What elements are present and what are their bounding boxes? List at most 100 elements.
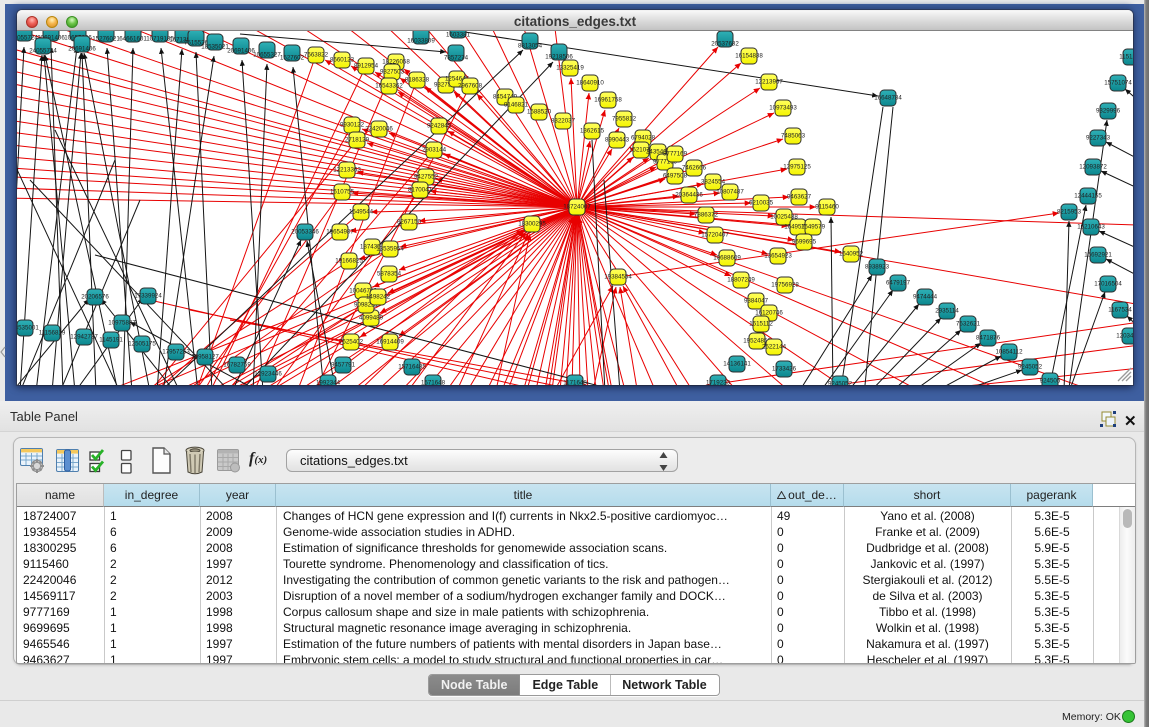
- svg-text:7625402: 7625402: [339, 339, 364, 346]
- svg-text:19756928: 19756928: [771, 282, 799, 289]
- svg-text:12975125: 12975125: [783, 164, 811, 171]
- svg-text:12942737: 12942737: [70, 334, 98, 341]
- svg-text:16648784: 16648784: [874, 95, 902, 102]
- svg-text:9146821: 9146821: [504, 102, 529, 109]
- svg-text:1527602: 1527602: [280, 55, 305, 62]
- svg-text:24055724: 24055724: [29, 48, 57, 55]
- svg-text:7663822: 7663822: [304, 52, 329, 59]
- svg-text:9699695: 9699695: [792, 239, 817, 246]
- svg-text:16033809: 16033809: [407, 38, 435, 45]
- svg-text:1719233: 1719233: [706, 380, 731, 386]
- svg-text:17016504: 17016504: [1094, 281, 1122, 288]
- svg-text:2718129: 2718129: [345, 137, 370, 144]
- svg-text:15716485: 15716485: [398, 364, 426, 371]
- svg-text:12923446: 12923446: [254, 371, 282, 378]
- svg-text:13654923: 13654923: [764, 253, 792, 260]
- svg-text:9245052: 9245052: [1018, 364, 1043, 371]
- svg-text:7462666: 7462666: [682, 165, 707, 172]
- svg-text:1498242: 1498242: [366, 294, 391, 301]
- svg-text:16782759: 16782759: [223, 362, 251, 369]
- svg-text:16543362: 16543362: [375, 83, 403, 90]
- svg-text:20053346: 20053346: [291, 229, 319, 236]
- svg-text:8215953: 8215953: [1057, 209, 1082, 216]
- svg-text:7485063: 7485063: [781, 133, 806, 140]
- svg-text:18535001: 18535001: [17, 325, 39, 332]
- svg-text:8813054: 8813054: [518, 43, 543, 50]
- svg-text:9242845: 9242845: [427, 123, 452, 130]
- svg-text:15751074: 15751074: [1104, 80, 1132, 87]
- svg-text:9327503: 9327503: [380, 69, 405, 76]
- svg-text:20537682: 20537682: [711, 41, 739, 48]
- svg-text:5878354: 5878354: [377, 271, 402, 278]
- svg-text:14136141: 14136141: [723, 361, 751, 368]
- svg-text:2903144: 2903144: [422, 147, 447, 154]
- svg-text:1145191: 1145191: [99, 337, 123, 344]
- svg-text:9245052: 9245052: [828, 381, 853, 386]
- svg-text:8322037: 8322037: [551, 118, 576, 125]
- svg-text:9463627: 9463627: [787, 194, 812, 201]
- svg-text:6497508: 6497508: [663, 173, 688, 180]
- svg-text:18535021: 18535021: [201, 44, 229, 51]
- svg-text:8990443: 8990443: [605, 137, 630, 144]
- svg-text:10958127: 10958127: [191, 354, 219, 361]
- svg-text:4099489: 4099489: [359, 315, 384, 322]
- svg-text:9384047: 9384047: [744, 298, 769, 305]
- svg-text:12213363: 12213363: [333, 167, 361, 174]
- svg-text:16914409: 16914409: [376, 339, 404, 346]
- svg-text:8660123: 8660123: [330, 57, 355, 64]
- svg-text:8170041: 8170041: [408, 187, 433, 194]
- svg-text:7886372: 7886372: [694, 212, 719, 219]
- svg-text:1151243: 1151243: [1119, 54, 1133, 61]
- svg-text:20691406: 20691406: [68, 46, 96, 53]
- svg-text:20691406: 20691406: [227, 48, 255, 55]
- svg-text:18640910: 18640910: [576, 80, 604, 87]
- svg-text:6794028: 6794028: [631, 135, 656, 142]
- svg-text:19218506: 19218506: [545, 54, 573, 61]
- svg-text:18300295: 18300295: [518, 221, 546, 228]
- svg-text:1603381: 1603381: [446, 32, 471, 39]
- svg-text:1171648: 1171648: [563, 380, 587, 386]
- svg-text:15720407: 15720407: [701, 232, 729, 239]
- svg-text:16210643: 16210643: [1077, 224, 1105, 231]
- svg-text:1610755: 1610755: [330, 189, 355, 196]
- svg-text:8912954: 8912954: [354, 63, 379, 70]
- svg-text:10688609: 10688609: [713, 255, 741, 262]
- svg-text:17339924: 17339924: [134, 293, 162, 300]
- svg-text:9329996: 9329996: [1096, 108, 1121, 115]
- svg-text:13325419: 13325419: [556, 65, 584, 72]
- svg-text:10655327: 10655327: [253, 52, 281, 59]
- svg-text:1588520: 1588520: [527, 109, 552, 116]
- svg-text:1167534: 1167534: [1108, 307, 1132, 314]
- svg-text:7857274: 7857274: [444, 55, 469, 62]
- svg-text:1640952: 1640952: [839, 251, 864, 258]
- svg-text:11156819: 11156819: [39, 330, 66, 337]
- svg-text:64661601: 64661601: [119, 36, 147, 43]
- svg-text:924505: 924505: [1040, 378, 1061, 385]
- svg-text:19166825: 19166825: [335, 258, 363, 265]
- svg-text:1992344: 1992344: [316, 380, 341, 386]
- svg-text:1733426: 1733426: [772, 366, 797, 373]
- svg-text:20364436: 20364436: [675, 192, 703, 199]
- svg-text:12213967: 12213967: [755, 79, 783, 86]
- svg-text:8938923: 8938923: [865, 264, 890, 271]
- svg-text:18807249: 18807249: [727, 277, 755, 284]
- svg-text:22420046: 22420046: [365, 126, 393, 133]
- svg-text:1362615: 1362615: [580, 128, 605, 135]
- svg-text:9474444: 9474444: [913, 294, 938, 301]
- svg-text:9427552: 9427552: [414, 174, 439, 181]
- svg-text:15276021: 15276021: [92, 36, 120, 43]
- svg-text:9777169: 9777169: [663, 151, 688, 158]
- svg-text:20206576: 20206576: [81, 294, 109, 301]
- svg-text:9930122: 9930122: [340, 122, 365, 129]
- svg-text:19654987: 19654987: [326, 229, 354, 236]
- svg-text:7955812: 7955812: [612, 116, 637, 123]
- svg-text:10854112: 10854112: [995, 349, 1023, 356]
- svg-text:10975887: 10975887: [108, 320, 136, 327]
- svg-text:7632621: 7632621: [956, 321, 981, 328]
- svg-text:12093872: 12093872: [1079, 164, 1107, 171]
- svg-text:13535954: 13535954: [376, 246, 404, 253]
- svg-text:10973493: 10973493: [769, 105, 797, 112]
- svg-text:1649579: 1649579: [801, 224, 826, 231]
- svg-text:18724007: 18724007: [563, 204, 591, 211]
- svg-text:6479197: 6479197: [886, 280, 911, 287]
